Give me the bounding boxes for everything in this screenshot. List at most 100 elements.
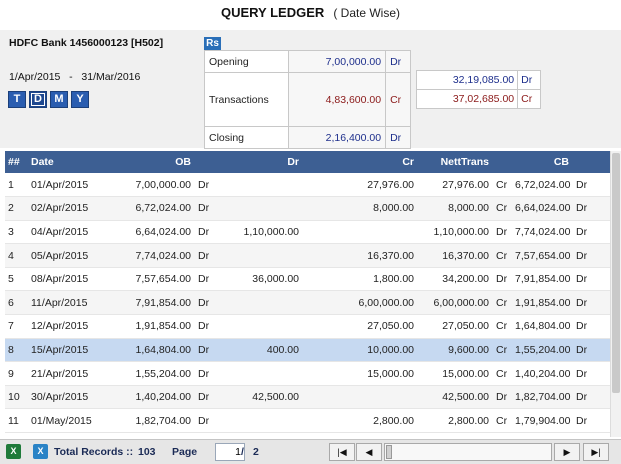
- row-num: 10: [5, 385, 28, 410]
- row-ob-type: Dr: [194, 361, 212, 386]
- total-records-value: 103: [138, 446, 156, 458]
- opening-drcr: Dr: [385, 50, 411, 73]
- col-header-ob[interactable]: OB: [94, 151, 194, 173]
- col-header-cb[interactable]: CB: [512, 151, 572, 173]
- row-ob: 1,91,854.00: [94, 314, 194, 339]
- total-dr-label: Dr: [517, 70, 541, 90]
- ledger-grid: ## Date OB Dr Cr NettTrans CB 1 01/Apr/20…: [5, 151, 610, 437]
- closing-drcr: Dr: [385, 126, 411, 149]
- closing-row: Closing 2,16,400.00 Dr: [204, 126, 411, 149]
- total-cr-value: 37,02,685.00: [415, 89, 519, 109]
- row-dr: [212, 314, 302, 339]
- row-num: 5: [5, 267, 28, 292]
- page-slider[interactable]: [384, 443, 552, 461]
- row-date: 02/Apr/2015: [28, 196, 94, 221]
- row-ob: 6,64,024.00: [94, 220, 194, 245]
- row-dr: [212, 173, 302, 198]
- table-row[interactable]: 10 30/Apr/2015 1,40,204.00 Dr 42,500.00 42,50…: [5, 385, 610, 410]
- table-row[interactable]: 6 11/Apr/2015 7,91,854.00 Dr 6,00,000.00 6,00…: [5, 290, 610, 316]
- col-header-nett[interactable]: NettTrans: [417, 151, 492, 173]
- ledger-table: ## Date OB Dr Cr NettTrans CB 1 01/Apr/20…: [5, 151, 610, 434]
- row-date: 01/Apr/2015: [28, 173, 94, 198]
- row-ob-type: Dr: [194, 385, 212, 410]
- row-ob-type: Dr: [194, 267, 212, 292]
- table-row[interactable]: 3 04/Apr/2015 6,64,024.00 Dr 1,10,000.00 1,10…: [5, 220, 610, 245]
- row-cb: 7,74,024.00: [512, 220, 572, 245]
- row-date: 01/May/2015: [28, 408, 94, 434]
- row-ob-type: Dr: [194, 290, 212, 316]
- next-page-button[interactable]: ▶: [554, 443, 580, 461]
- period-today-button[interactable]: T: [8, 91, 26, 108]
- table-row[interactable]: 2 02/Apr/2015 6,72,024.00 Dr 8,000.00 8,000.0…: [5, 196, 610, 221]
- table-row[interactable]: 7 12/Apr/2015 1,91,854.00 Dr 27,050.00 27,050…: [5, 314, 610, 339]
- row-cr: [302, 385, 417, 410]
- csv-icon[interactable]: X: [33, 444, 48, 459]
- page-label: Page: [172, 446, 198, 458]
- table-row[interactable]: 8 15/Apr/2015 1,64,804.00 Dr 400.00 10,000.00…: [5, 338, 610, 363]
- row-nett-type: Dr: [492, 220, 512, 245]
- table-row[interactable]: 4 05/Apr/2015 7,74,024.00 Dr 16,370.00 16,370…: [5, 243, 610, 268]
- row-dr: 42,500.00: [212, 385, 302, 410]
- scroll-thumb[interactable]: [612, 153, 620, 393]
- date-to: 31/Mar/2016: [81, 71, 141, 83]
- row-cb: 1,64,804.00: [512, 314, 572, 339]
- row-cb-type: Dr: [572, 173, 610, 198]
- period-date-button[interactable]: D: [29, 91, 47, 108]
- row-nett-type: Cr: [492, 408, 512, 434]
- row-cr: 2,800.00: [302, 408, 417, 434]
- col-header-num[interactable]: ##: [5, 151, 28, 173]
- row-cb-type: Dr: [572, 220, 610, 245]
- row-nett: 42,500.00: [417, 385, 492, 410]
- last-page-button[interactable]: ▶|: [583, 443, 609, 461]
- row-dr: [212, 196, 302, 221]
- row-dr: [212, 361, 302, 386]
- footer-bar: X X Total Records :: 103 Page / 2 |◀ ◀ ▶…: [0, 439, 621, 464]
- transaction-totals: 32,19,085.00 Dr 37,02,685.00 Cr: [415, 70, 541, 109]
- row-cr: 27,976.00: [302, 173, 417, 198]
- vertical-scrollbar[interactable]: [610, 151, 621, 437]
- col-header-cr[interactable]: Cr: [302, 151, 417, 173]
- row-cb: 1,82,704.00: [512, 385, 572, 410]
- row-ob: 7,91,854.00: [94, 290, 194, 316]
- row-cb-type: Dr: [572, 385, 610, 410]
- row-num: 8: [5, 338, 28, 363]
- row-nett-type: Cr: [492, 196, 512, 221]
- page-slider-thumb[interactable]: [386, 445, 392, 459]
- row-num: 3: [5, 220, 28, 245]
- excel-icon[interactable]: X: [6, 444, 21, 459]
- prev-page-button[interactable]: ◀: [356, 443, 382, 461]
- row-ob-type: Dr: [194, 408, 212, 434]
- row-num: 11: [5, 408, 28, 434]
- row-nett-type: Cr: [492, 314, 512, 339]
- row-date: 12/Apr/2015: [28, 314, 94, 339]
- first-page-button[interactable]: |◀: [329, 443, 355, 461]
- period-month-button[interactable]: M: [50, 91, 68, 108]
- row-cr: 16,370.00: [302, 243, 417, 268]
- table-row[interactable]: 1 01/Apr/2015 7,00,000.00 Dr 27,976.00 27,976…: [5, 173, 610, 198]
- table-row[interactable]: 9 21/Apr/2015 1,55,204.00 Dr 15,000.00 15,000…: [5, 361, 610, 386]
- opening-label: Opening: [204, 50, 289, 73]
- closing-value: 2,16,400.00: [287, 126, 387, 149]
- summary-table: Opening 7,00,000.00 Dr Transactions 4,83…: [204, 50, 411, 149]
- transactions-value: 4,83,600.00: [287, 72, 387, 127]
- row-nett: 1,10,000.00: [417, 220, 492, 245]
- opening-row: Opening 7,00,000.00 Dr: [204, 50, 411, 73]
- row-date: 04/Apr/2015: [28, 220, 94, 245]
- row-cr: 27,050.00: [302, 314, 417, 339]
- account-name: HDFC Bank 1456000123 [H502]: [9, 37, 164, 49]
- col-header-dr[interactable]: Dr: [212, 151, 302, 173]
- row-nett-type: Cr: [492, 290, 512, 316]
- row-ob: 7,74,024.00: [94, 243, 194, 268]
- table-row[interactable]: 5 08/Apr/2015 7,57,654.00 Dr 36,000.00 1,800.…: [5, 267, 610, 292]
- row-cr: 10,000.00: [302, 338, 417, 363]
- page-header: QUERY LEDGER ( Date Wise): [0, 0, 621, 26]
- row-cb: 1,91,854.00: [512, 290, 572, 316]
- row-nett: 15,000.00: [417, 361, 492, 386]
- row-ob-type: Dr: [194, 243, 212, 268]
- period-year-button[interactable]: Y: [71, 91, 89, 108]
- col-header-date[interactable]: Date: [28, 151, 94, 173]
- row-ob-type: Dr: [194, 314, 212, 339]
- table-row[interactable]: 11 01/May/2015 1,82,704.00 Dr 2,800.00 2,800.…: [5, 408, 610, 434]
- row-cb-type: Dr: [572, 196, 610, 221]
- row-cr: 15,000.00: [302, 361, 417, 386]
